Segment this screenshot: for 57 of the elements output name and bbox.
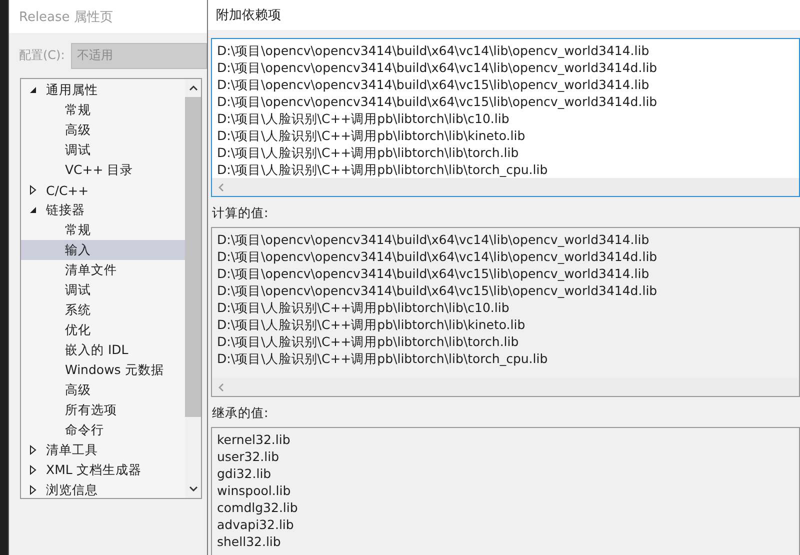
inherited-value-line: kernel32.lib <box>217 431 292 448</box>
tree-item[interactable]: 调试 <box>21 280 185 300</box>
horizontal-scrollbar[interactable] <box>212 378 799 396</box>
scroll-down-icon <box>188 486 198 492</box>
tree-item[interactable]: C/C++ <box>21 180 185 200</box>
tree-item[interactable]: 清单工具 <box>21 440 185 460</box>
dependency-line: D:\项目\人脸识别\C++调用pb\libtorch\lib\torch_cpu.lib <box>217 161 549 178</box>
dependency-line: D:\项目\opencv\opencv3414\build\x64\vc14\lib\opencv_world3414d.lib <box>217 59 658 76</box>
dependency-line: D:\项目\人脸识别\C++调用pb\libtorch\lib\c10.lib <box>217 110 510 127</box>
tree-item[interactable]: 调试 <box>21 140 185 160</box>
dependency-line: D:\项目\opencv\opencv3414\build\x64\vc15\lib\opencv_world3414d.lib <box>217 93 658 110</box>
tree-item[interactable]: 高级 <box>21 380 185 400</box>
computed-value-line: D:\项目\opencv\opencv3414\build\x64\vc14\lib\opencv_world3414d.lib <box>217 248 658 265</box>
inherited-value-line: comdlg32.lib <box>217 499 299 516</box>
tree-item[interactable]: 链接器 <box>21 200 185 220</box>
inherited-value-line: user32.lib <box>217 448 280 465</box>
tree-item[interactable]: 命令行 <box>21 420 185 440</box>
inherited-value-line: winspool.lib <box>217 482 292 499</box>
computed-value-line: D:\项目\人脸识别\C++调用pb\libtorch\lib\c10.lib <box>217 299 510 316</box>
tree-item[interactable]: XML 文档生成器 <box>21 460 185 480</box>
tree-item[interactable]: 高级 <box>21 120 185 140</box>
scroll-left-icon <box>218 182 224 192</box>
tree-item[interactable]: VC++ 目录 <box>21 160 185 180</box>
tree-item[interactable]: 系统 <box>21 300 185 320</box>
inherited-value-line: gdi32.lib <box>217 465 272 482</box>
computed-value-line: D:\项目\人脸识别\C++调用pb\libtorch\lib\torch.lib <box>217 333 520 350</box>
computed-value-line: D:\项目\opencv\opencv3414\build\x64\vc15\lib\opencv_world3414.lib <box>217 265 650 282</box>
tree-item[interactable]: 优化 <box>21 320 185 340</box>
dependency-line: D:\项目\opencv\opencv3414\build\x64\vc14\lib\opencv_world3414.lib <box>217 42 650 59</box>
scroll-left-icon <box>218 382 224 392</box>
tree-item[interactable]: 常规 <box>21 220 185 240</box>
window-title: Release 属性页 <box>9 0 207 33</box>
inherited-values-label: 继承的值: <box>211 404 270 422</box>
computed-value-line: D:\项目\opencv\opencv3414\build\x64\vc14\lib\opencv_world3414.lib <box>217 231 650 248</box>
scroll-up-icon <box>188 85 198 91</box>
tree-item[interactable]: 常规 <box>21 100 185 120</box>
dependency-line: D:\项目\人脸识别\C++调用pb\libtorch\lib\kineto.lib <box>217 127 526 144</box>
tree-item[interactable]: 嵌入的 IDL <box>21 340 185 360</box>
tree-item[interactable]: 通用属性 <box>21 80 185 100</box>
tree-item[interactable]: 清单文件 <box>21 260 185 280</box>
tree-item[interactable]: 输入 <box>21 240 185 260</box>
tree-item[interactable]: 所有选项 <box>21 400 185 420</box>
scrollbar-thumb[interactable] <box>185 97 201 417</box>
computed-value-line: D:\项目\人脸识别\C++调用pb\libtorch\lib\kineto.lib <box>217 316 526 333</box>
dependencies-field[interactable] <box>211 38 800 197</box>
config-label: 配置(C): <box>19 47 65 64</box>
computed-value-line: D:\项目\人脸识别\C++调用pb\libtorch\lib\torch_cpu.lib <box>217 350 549 367</box>
inherited-value-line: advapi32.lib <box>217 516 295 533</box>
horizontal-scrollbar[interactable] <box>212 178 799 196</box>
tree-item[interactable]: 浏览信息 <box>21 480 185 498</box>
computed-value-line: D:\项目\opencv\opencv3414\build\x64\vc15\lib\opencv_world3414d.lib <box>217 282 658 299</box>
inherited-value-line: shell32.lib <box>217 533 282 550</box>
dependency-line: D:\项目\人脸识别\C++调用pb\libtorch\lib\torch.lib <box>217 144 520 161</box>
tree-item[interactable]: Windows 元数据 <box>21 360 185 380</box>
computed-values-label: 计算的值: <box>211 204 270 222</box>
dependency-line: D:\项目\opencv\opencv3414\build\x64\vc15\lib\opencv_world3414.lib <box>217 76 650 93</box>
dialog-title: 附加依赖项 <box>208 0 800 30</box>
